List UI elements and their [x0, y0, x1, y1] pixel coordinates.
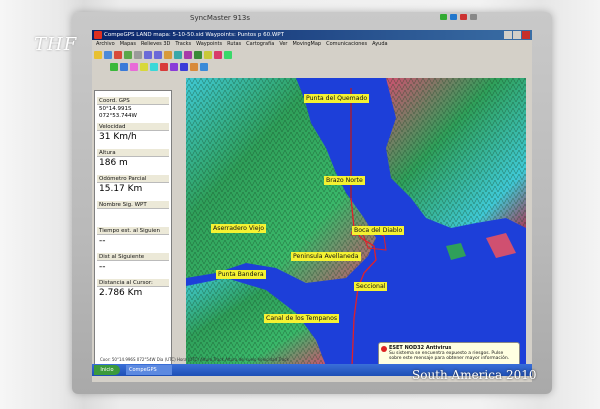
- track-icon[interactable]: [174, 51, 182, 59]
- menu-item-movingmap[interactable]: MovingMap: [292, 40, 321, 49]
- map-terrain: [186, 78, 526, 366]
- value-odometro: 15.17 Km: [99, 184, 143, 194]
- gps-info-panel: Coord. GPS 50°14.991S 072°53.744W Veloci…: [94, 90, 172, 370]
- menu-item-ayuda[interactable]: Ayuda: [372, 40, 387, 49]
- tool-icon[interactable]: [150, 63, 158, 71]
- window-title: CompeGPS LAND mapa: 5-10-50.sid Waypoint…: [104, 32, 284, 38]
- label-coord-gps: Coord. GPS: [97, 97, 169, 105]
- close-button[interactable]: [522, 31, 530, 39]
- window-titlebar: CompeGPS LAND mapa: 5-10-50.sid Waypoint…: [92, 30, 532, 40]
- tool-icon[interactable]: [180, 63, 188, 71]
- route-icon[interactable]: [194, 51, 202, 59]
- label-odometro: Odómetro Parcial: [97, 175, 169, 183]
- tool-icon[interactable]: [160, 63, 168, 71]
- waypoint-label[interactable]: Brazo Norte: [324, 176, 365, 185]
- start-button[interactable]: Inicio: [94, 365, 120, 375]
- tool-icon[interactable]: [190, 63, 198, 71]
- waypoint-icon[interactable]: [184, 51, 192, 59]
- value-tiempo-siguiente: --: [99, 236, 106, 246]
- taskbar-item-compegps[interactable]: CompeGPS: [126, 365, 172, 375]
- layers-icon[interactable]: [214, 51, 222, 59]
- value-velocidad: 31 Km/h: [99, 132, 137, 142]
- app-logo-icon: [94, 31, 102, 39]
- status-icon: [450, 14, 457, 20]
- menu-item-cartografia[interactable]: Cartografía: [246, 40, 274, 49]
- compass-icon[interactable]: [224, 51, 232, 59]
- menu-bar: Archivo Mapas Relieves 3D Tracks Waypoin…: [92, 40, 532, 49]
- watermark-initials: THF: [34, 34, 78, 55]
- monitor-brand: SyncMaster 913s: [190, 14, 251, 22]
- warning-icon: [381, 346, 387, 352]
- waypoint-label[interactable]: Aserradero Viejo: [211, 224, 267, 233]
- minimize-button[interactable]: [504, 31, 512, 39]
- menu-item-ver[interactable]: Ver: [279, 40, 287, 49]
- label-nombre-wpt: Nombre Sig. WPT: [97, 201, 169, 209]
- menu-item-waypoints[interactable]: Waypoints: [196, 40, 222, 49]
- label-distancia-cursor: Distancia al Cursor:: [97, 279, 169, 287]
- tool-icon[interactable]: [200, 63, 208, 71]
- tool-icon[interactable]: [120, 63, 128, 71]
- menu-item-rutas[interactable]: Rutas: [227, 40, 241, 49]
- tool-icon[interactable]: [130, 63, 138, 71]
- print-icon[interactable]: [134, 51, 142, 59]
- save-icon[interactable]: [104, 51, 112, 59]
- value-dist-siguiente: --: [99, 262, 106, 272]
- label-tiempo-siguiente: Tiempo est. al Siguien: [97, 227, 169, 235]
- open-icon[interactable]: [94, 51, 102, 59]
- gps-icon[interactable]: [114, 51, 122, 59]
- maximize-button[interactable]: [513, 31, 521, 39]
- tool-icon[interactable]: [140, 63, 148, 71]
- status-icon: [440, 14, 447, 20]
- relief-icon[interactable]: [204, 51, 212, 59]
- waypoint-label[interactable]: Peninsula Avellaneda: [291, 252, 361, 261]
- waypoint-label[interactable]: Punta del Quemado: [304, 94, 370, 103]
- value-altura: 186 m: [99, 158, 128, 168]
- tool-icon[interactable]: [170, 63, 178, 71]
- zoom-in-icon[interactable]: [144, 51, 152, 59]
- label-dist-siguiente: Dist al Siguiente: [97, 253, 169, 261]
- menu-item-tracks[interactable]: Tracks: [175, 40, 191, 49]
- waypoint-label[interactable]: Punta Bandera: [216, 270, 266, 279]
- waypoint-label[interactable]: Boca del Diablo: [352, 226, 405, 235]
- toolbar-secondary: [110, 63, 208, 73]
- label-velocidad: Velocidad: [97, 123, 169, 131]
- menu-item-relieves[interactable]: Relieves 3D: [141, 40, 170, 49]
- waypoint-label[interactable]: Seccional: [354, 282, 388, 291]
- hand-icon[interactable]: [164, 51, 172, 59]
- menu-item-comunicaciones[interactable]: Comunicaciones: [326, 40, 367, 49]
- tool-icon[interactable]: [110, 63, 118, 71]
- monitor-screen: CompeGPS LAND mapa: 5-10-50.sid Waypoint…: [92, 30, 532, 382]
- toolbar-main: [94, 51, 232, 61]
- value-coord-gps: 50°14.991S 072°53.744W: [99, 106, 137, 119]
- watermark-caption: South America 2010: [412, 368, 537, 382]
- status-bar: Coor: 50°14.996S 072°54W Dia (UTC) Hora …: [100, 357, 289, 362]
- label-altura: Altura: [97, 149, 169, 157]
- waypoint-label[interactable]: Canal de los Tempanos: [264, 314, 340, 323]
- monitor-top-icons: [440, 14, 477, 20]
- value-distancia-cursor: 2.786 Km: [99, 288, 143, 298]
- menu-item-mapas[interactable]: Mapas: [120, 40, 136, 49]
- status-icon: [460, 14, 467, 20]
- menu-item-archivo[interactable]: Archivo: [96, 40, 115, 49]
- relief-map[interactable]: Punta del Quemado Brazo Norte Aserradero…: [186, 78, 526, 366]
- status-icon: [470, 14, 477, 20]
- zoom-out-icon[interactable]: [154, 51, 162, 59]
- map-icon[interactable]: [124, 51, 132, 59]
